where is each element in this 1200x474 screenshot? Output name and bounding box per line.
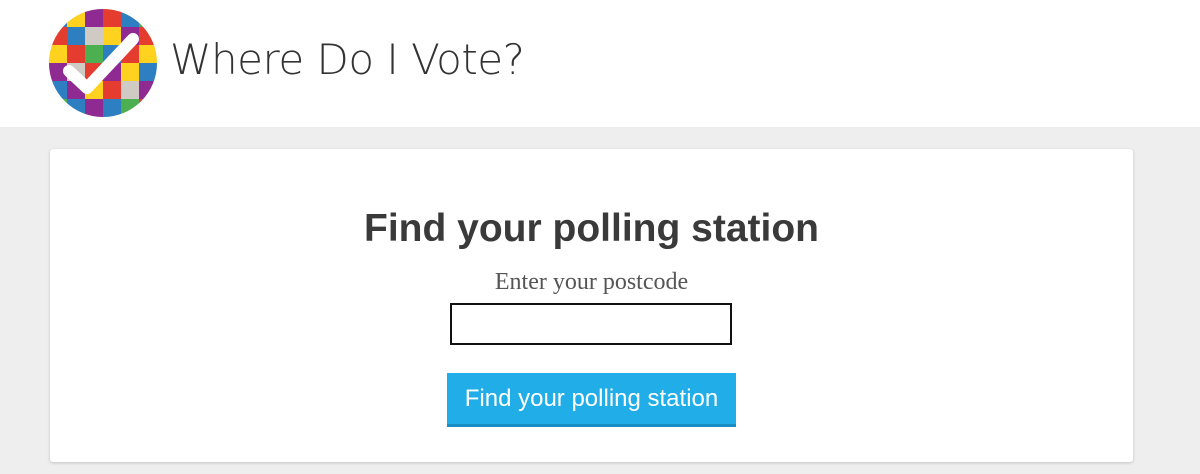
find-polling-station-button[interactable]: Find your polling station [447, 373, 736, 427]
page-title: Find your polling station [364, 207, 819, 250]
site-header: Where Do I Vote? [0, 0, 1200, 127]
site-title[interactable]: Where Do I Vote? [170, 34, 525, 86]
postcode-label: Enter your postcode [494, 269, 689, 295]
site-logo-icon[interactable] [49, 9, 157, 117]
postcode-search-card: Find your polling station Enter your pos… [50, 149, 1133, 462]
postcode-input[interactable] [450, 303, 732, 345]
